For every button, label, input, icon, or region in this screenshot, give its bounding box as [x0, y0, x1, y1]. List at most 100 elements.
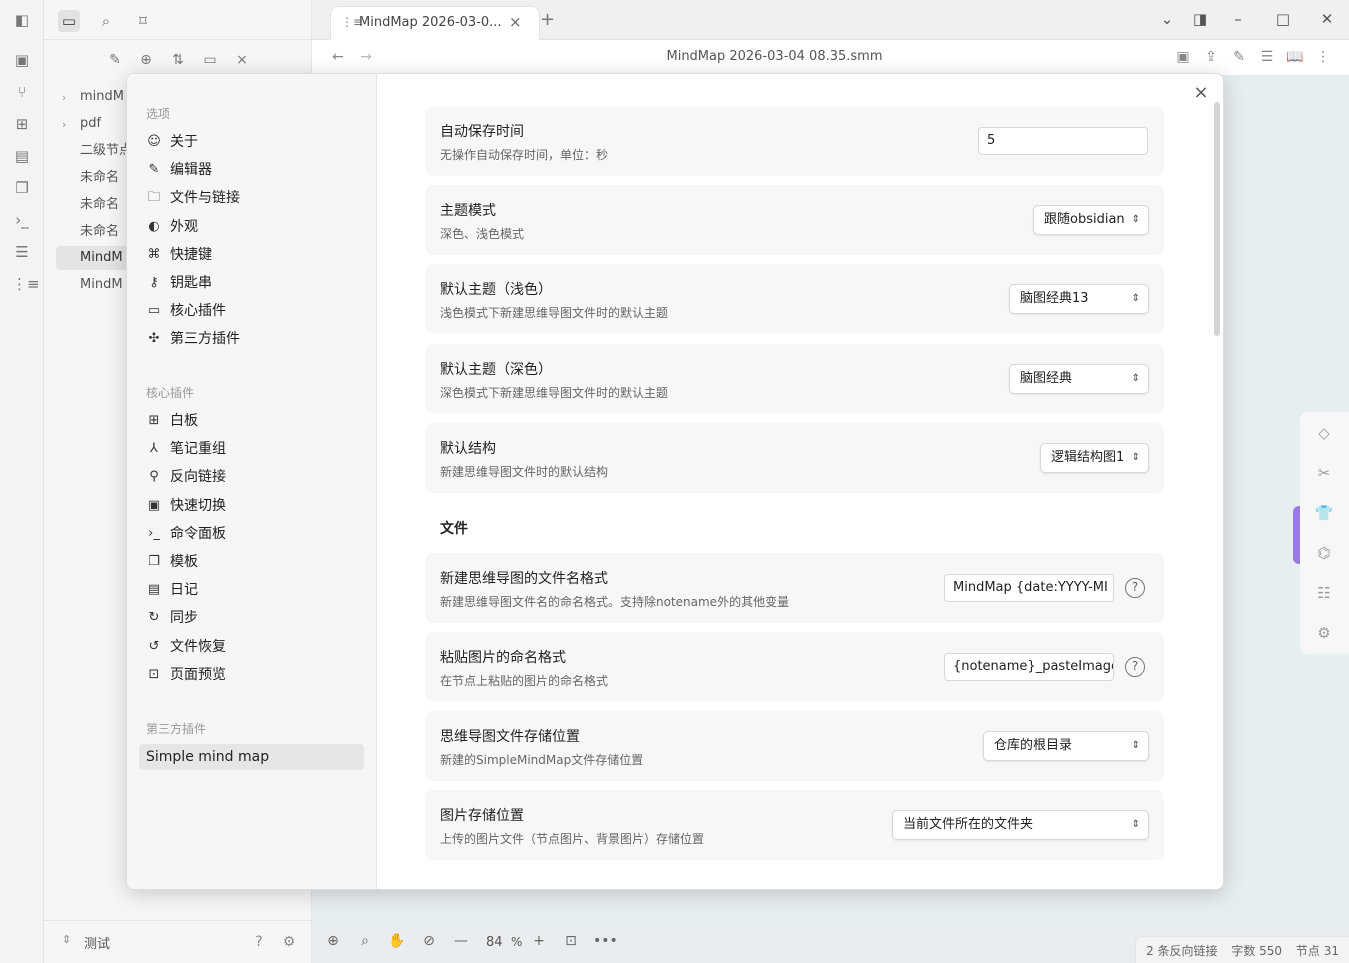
- setting-input[interactable]: MindMap {date:YYYY-MI: [944, 574, 1114, 602]
- right-sidebar-toggle-icon[interactable]: ◨: [1189, 10, 1211, 28]
- setting-dropdown[interactable]: 仓库的根目录 ⇕: [983, 731, 1149, 761]
- nav-item[interactable]: ⌘ 快捷键: [139, 242, 364, 268]
- tab-title: MindMap 2026-03-0...: [359, 15, 502, 30]
- nav-item[interactable]: ⊡ 页面预览: [139, 662, 364, 688]
- chevron-right-icon[interactable]: ›: [62, 91, 66, 104]
- nav-item[interactable]: ⚲ 反向链接: [139, 464, 364, 490]
- close-icon[interactable]: ×: [1190, 82, 1212, 104]
- nav-item-simple-mind-map[interactable]: Simple mind map: [139, 744, 364, 770]
- setting-row: 默认主题（深色） 深色模式下新建思维导图文件时的默认主题 脑图经典 ⇕: [425, 344, 1164, 414]
- setting-input[interactable]: 5: [978, 127, 1148, 155]
- nav-item-label: 第三方插件: [170, 331, 240, 348]
- zoom-unit: %: [511, 935, 523, 949]
- settings-gear-icon[interactable]: ⚙: [279, 932, 299, 952]
- new-tab-icon[interactable]: +: [540, 9, 555, 30]
- tab-close-icon[interactable]: ×: [509, 13, 522, 31]
- outline-list-icon[interactable]: ☷: [1314, 584, 1334, 602]
- export-icon[interactable]: ⇪: [1201, 49, 1221, 65]
- backlink-count[interactable]: 2 条反向链接: [1146, 944, 1217, 958]
- nav-item[interactable]: ⅄ 笔记重组: [139, 436, 364, 462]
- fit-screen-icon[interactable]: ⊡: [561, 933, 581, 949]
- folder-icon[interactable]: ▭: [58, 10, 80, 32]
- search-icon[interactable]: ⌕: [95, 10, 117, 32]
- mindmap-icon[interactable]: ⋮≡: [12, 274, 40, 294]
- nav-item[interactable]: ◐ 外观: [139, 214, 364, 240]
- merge-icon: ⅄: [150, 441, 158, 457]
- new-note-icon[interactable]: ✎: [105, 50, 125, 70]
- side-panel-handle[interactable]: [1293, 506, 1300, 564]
- maximize-icon[interactable]: □: [1272, 10, 1294, 28]
- scrollbar[interactable]: [1214, 102, 1220, 336]
- nav-item-label: 模板: [170, 554, 198, 570]
- tab-mindmap[interactable]: ⋮≡ MindMap 2026-03-0... ×: [330, 6, 540, 40]
- nav-item[interactable]: ▣ 快速切换: [139, 493, 364, 519]
- setting-name: 默认主题（浅色）: [440, 282, 552, 298]
- canvas-icon[interactable]: ⊞: [12, 114, 32, 134]
- base-style-icon[interactable]: ✂: [1314, 464, 1334, 482]
- bookmark-icon[interactable]: ⌑: [132, 10, 154, 32]
- node-style-icon[interactable]: ◇: [1314, 424, 1334, 442]
- theme-shirt-icon[interactable]: 👕: [1314, 504, 1334, 522]
- new-folder-icon[interactable]: ⊕: [136, 50, 156, 70]
- sidebar-toggle-icon[interactable]: ◧: [12, 10, 32, 30]
- locate-icon[interactable]: ⊕: [323, 933, 343, 949]
- setting-dropdown[interactable]: 脑图经典13 ⇕: [1009, 284, 1149, 314]
- nav-item[interactable]: ▭ 核心插件: [139, 298, 364, 324]
- nav-item[interactable]: ›_ 命令面板: [139, 521, 364, 547]
- collapse-icon[interactable]: ▭: [200, 50, 220, 70]
- settings-nav: 选项 ☺ 关于 ✎ 编辑器 🗀 文件与链接 ◐ 外观 ⌘ 快捷键 ⚷ 钥匙串 ▭ 核心插件 ✣ 第三方插件 核…: [127, 74, 377, 889]
- vault-name[interactable]: 测试: [84, 933, 110, 952]
- setting-description: 无操作自动保存时间，单位：秒: [440, 148, 609, 162]
- nav-item[interactable]: ⊞ 白板: [139, 408, 364, 434]
- help-icon[interactable]: ?: [249, 932, 269, 952]
- nav-item[interactable]: ☺ 关于: [139, 129, 364, 155]
- quick-switcher-icon[interactable]: ▣: [12, 50, 32, 70]
- reading-mode-icon[interactable]: 📖: [1285, 49, 1305, 65]
- structure-icon[interactable]: ⌬: [1314, 544, 1334, 562]
- save-icon[interactable]: ▣: [1173, 49, 1193, 65]
- tree-file[interactable]: MindM: [56, 246, 136, 270]
- more-options-icon[interactable]: ⋮: [1313, 49, 1333, 65]
- close-all-icon[interactable]: ×: [232, 50, 252, 70]
- settings-content: 自动保存时间 无操作自动保存时间，单位：秒 5 主题模式 深色、浅色模式 跟随obsidi…: [377, 74, 1223, 889]
- outline-icon[interactable]: ☰: [1257, 49, 1277, 65]
- setting-dropdown[interactable]: 跟随obsidian ⇕: [1033, 205, 1149, 235]
- daily-note-icon[interactable]: ▤: [12, 146, 32, 166]
- nav-item[interactable]: ↺ 文件恢复: [139, 634, 364, 660]
- help-icon[interactable]: ?: [1125, 657, 1145, 677]
- nav-item[interactable]: ▤ 日记: [139, 577, 364, 603]
- edit-icon[interactable]: ✎: [1229, 49, 1249, 65]
- graph-view-icon[interactable]: ⑂: [12, 82, 32, 102]
- nav-item[interactable]: ❐ 模板: [139, 549, 364, 575]
- search-node-icon[interactable]: ⌕: [355, 933, 375, 949]
- terminal-icon[interactable]: ›_: [12, 210, 32, 230]
- template-icon[interactable]: ❐: [12, 178, 32, 198]
- setting-input[interactable]: {notename}_pasteImage: [944, 653, 1114, 681]
- nav-item-label: 钥匙串: [170, 275, 212, 291]
- minimize-icon[interactable]: –: [1227, 10, 1249, 28]
- setting-dropdown[interactable]: 逻辑结构图1 ⇕: [1040, 443, 1149, 473]
- setting-dropdown[interactable]: 当前文件所在的文件夹 ⇕: [892, 810, 1149, 840]
- setting-row: 默认主题（浅色） 浅色模式下新建思维导图文件时的默认主题 脑图经典13 ⇕: [425, 264, 1164, 334]
- list-icon[interactable]: ☰: [12, 242, 32, 262]
- setting-row: 粘贴图片的命名格式 在节点上粘贴的图片的命名格式 {notename}_pasteI…: [425, 632, 1164, 702]
- hand-icon[interactable]: ✋: [387, 933, 407, 949]
- setting-dropdown[interactable]: 脑图经典 ⇕: [1009, 364, 1149, 394]
- nav-heading-core: 核心插件: [146, 386, 195, 400]
- nav-item[interactable]: 🗀 文件与链接: [139, 185, 364, 211]
- chevron-updown-icon[interactable]: ⇕: [62, 933, 71, 946]
- navigator-icon[interactable]: ⊘: [419, 933, 439, 949]
- help-icon[interactable]: ?: [1125, 578, 1145, 598]
- tab-list-chevron-icon[interactable]: ⌄: [1156, 10, 1178, 28]
- chevron-right-icon[interactable]: ›: [62, 118, 66, 131]
- settings-icon[interactable]: ⚙: [1314, 624, 1334, 642]
- nav-item[interactable]: ✎ 编辑器: [139, 157, 364, 183]
- zoom-out-icon[interactable]: —: [451, 933, 471, 949]
- nav-item[interactable]: ✣ 第三方插件: [139, 326, 364, 352]
- zoom-in-icon[interactable]: +: [529, 933, 549, 949]
- nav-item[interactable]: ↻ 同步: [139, 605, 364, 631]
- nav-item[interactable]: ⚷ 钥匙串: [139, 270, 364, 296]
- window-close-icon[interactable]: ✕: [1316, 10, 1338, 28]
- more-icon[interactable]: •••: [593, 933, 618, 949]
- sort-icon[interactable]: ⇅: [168, 50, 188, 70]
